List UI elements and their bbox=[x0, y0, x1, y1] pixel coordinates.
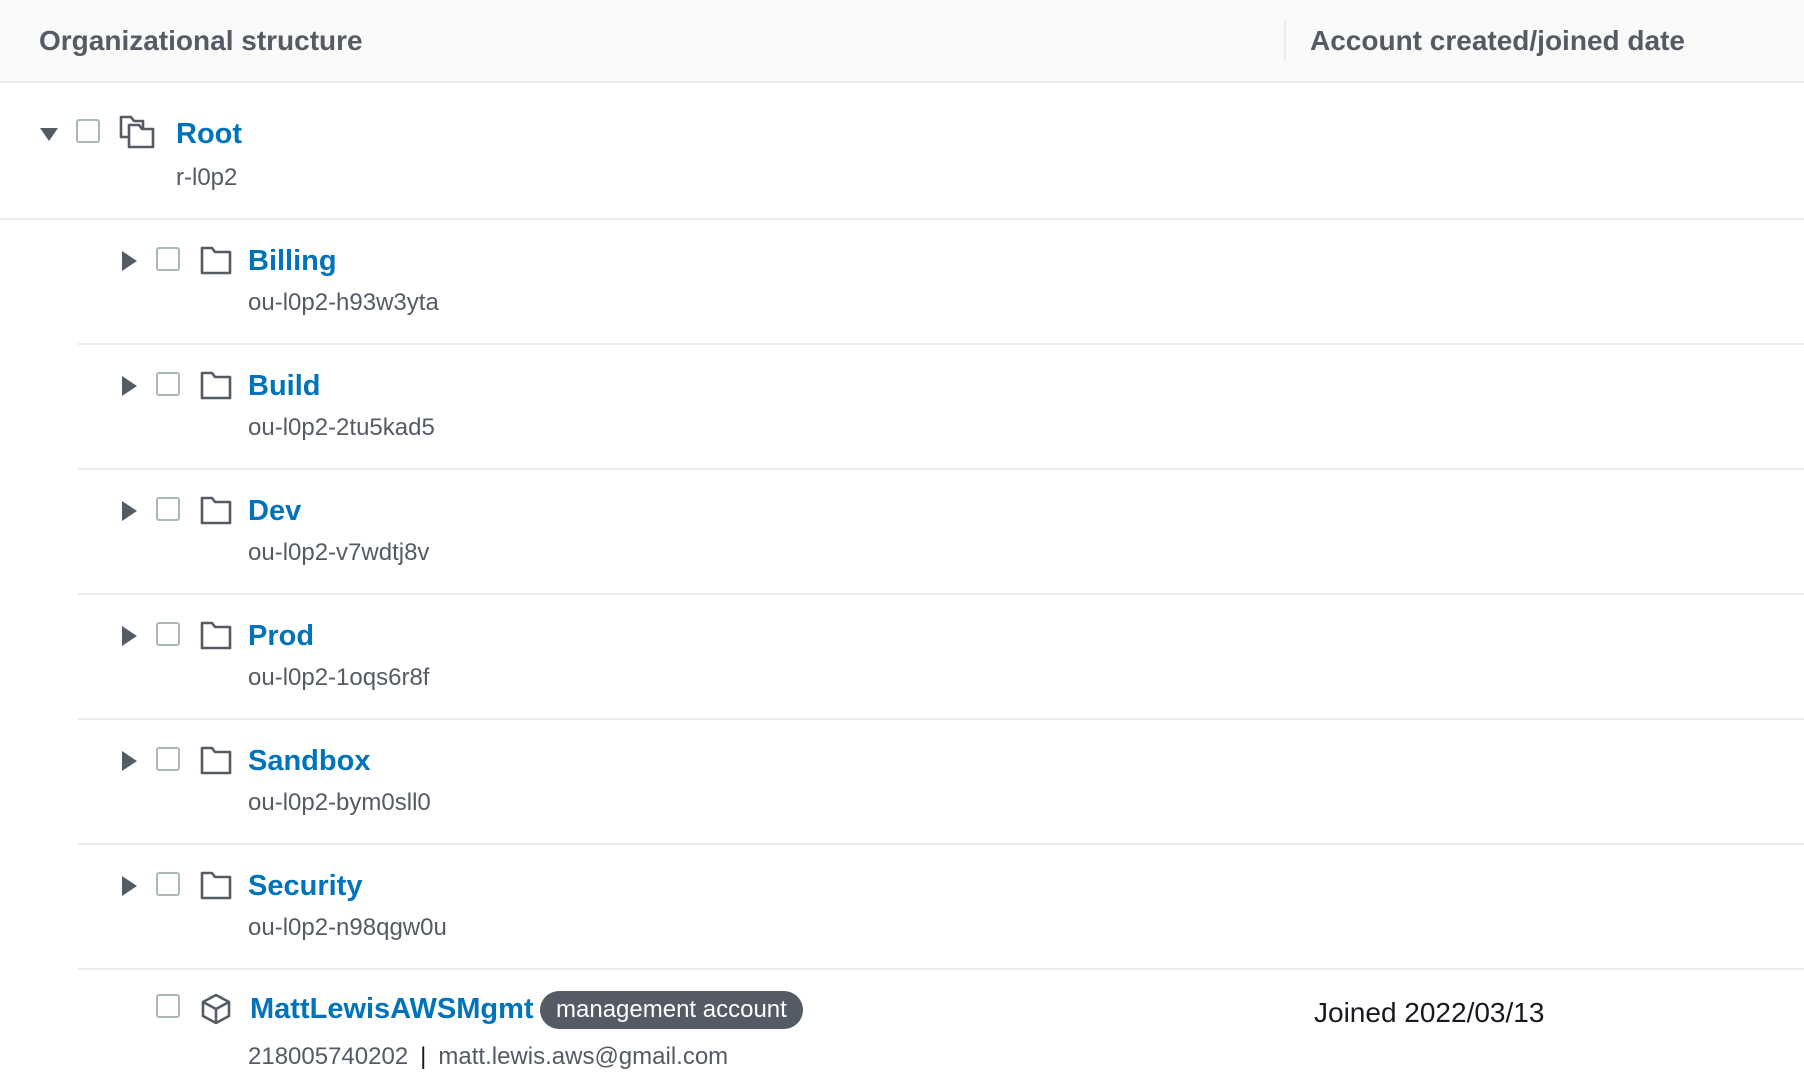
table-row-ou[interactable]: Security ou-l0p2-n98qgw0u bbox=[0, 845, 1804, 969]
account-name-link[interactable]: MattLewisAWSMgmt bbox=[250, 992, 534, 1026]
caret-down-icon[interactable] bbox=[38, 123, 60, 145]
ou-id: ou-l0p2-n98qgw0u bbox=[248, 914, 447, 941]
ou-name-link[interactable]: Billing bbox=[248, 244, 337, 278]
table-row-ou[interactable]: Billing ou-l0p2-h93w3yta bbox=[0, 220, 1804, 344]
caret-right-icon[interactable] bbox=[118, 250, 140, 272]
caret-right-icon[interactable] bbox=[118, 625, 140, 647]
column-header-organizational-structure[interactable]: Organizational structure bbox=[39, 0, 363, 83]
management-account-badge: management account bbox=[540, 991, 803, 1029]
ou-id: ou-l0p2-2tu5kad5 bbox=[248, 414, 435, 441]
folder-icon bbox=[199, 369, 233, 403]
root-id: r-l0p2 bbox=[176, 164, 238, 191]
folder-icon bbox=[199, 869, 233, 903]
root-name-link[interactable]: Root bbox=[176, 117, 242, 151]
account-checkbox[interactable] bbox=[156, 994, 180, 1018]
ou-name-link[interactable]: Prod bbox=[248, 619, 314, 653]
account-cube-icon bbox=[199, 992, 233, 1026]
caret-right-icon[interactable] bbox=[118, 750, 140, 772]
caret-right-icon[interactable] bbox=[118, 500, 140, 522]
folder-icon bbox=[199, 744, 233, 778]
account-details-separator: | bbox=[420, 1043, 427, 1070]
table-row-ou[interactable]: Prod ou-l0p2-1oqs6r8f bbox=[0, 595, 1804, 719]
ou-checkbox[interactable] bbox=[156, 747, 180, 771]
root-checkbox[interactable] bbox=[76, 119, 100, 143]
table-row-ou[interactable]: Dev ou-l0p2-v7wdtj8v bbox=[0, 470, 1804, 594]
caret-right-icon[interactable] bbox=[118, 875, 140, 897]
account-email: matt.lewis.aws@gmail.com bbox=[438, 1043, 729, 1070]
table-row-account[interactable]: MattLewisAWSMgmt management account 2180… bbox=[0, 970, 1804, 1092]
ou-checkbox[interactable] bbox=[156, 622, 180, 646]
ou-name-link[interactable]: Build bbox=[248, 369, 321, 403]
org-structure-table: Organizational structure Account created… bbox=[0, 0, 1804, 1092]
ou-name-link[interactable]: Security bbox=[248, 869, 362, 903]
caret-right-icon[interactable] bbox=[118, 375, 140, 397]
table-row-ou[interactable]: Build ou-l0p2-2tu5kad5 bbox=[0, 345, 1804, 469]
ou-name-link[interactable]: Sandbox bbox=[248, 744, 370, 778]
column-header-joined-date[interactable]: Account created/joined date bbox=[1310, 0, 1685, 83]
ou-checkbox[interactable] bbox=[156, 372, 180, 396]
ou-checkbox[interactable] bbox=[156, 497, 180, 521]
ou-checkbox[interactable] bbox=[156, 247, 180, 271]
account-details: 218005740202 | matt.lewis.aws@gmail.com bbox=[248, 1042, 728, 1072]
table-row-ou[interactable]: Sandbox ou-l0p2-bym0sll0 bbox=[0, 720, 1804, 844]
account-joined-date: Joined 2022/03/13 bbox=[1314, 997, 1545, 1028]
account-id: 218005740202 bbox=[248, 1043, 409, 1070]
ou-id: ou-l0p2-bym0sll0 bbox=[248, 789, 431, 816]
ou-name-link[interactable]: Dev bbox=[248, 494, 301, 528]
folder-icon bbox=[199, 494, 233, 528]
ou-checkbox[interactable] bbox=[156, 872, 180, 896]
table-row-root[interactable]: Root r-l0p2 bbox=[0, 83, 1804, 219]
ou-id: ou-l0p2-1oqs6r8f bbox=[248, 664, 430, 691]
folder-icon bbox=[199, 244, 233, 278]
table-header: Organizational structure Account created… bbox=[0, 0, 1804, 83]
column-divider[interactable] bbox=[1284, 20, 1286, 62]
root-stack-icon bbox=[119, 114, 155, 149]
ou-id: ou-l0p2-h93w3yta bbox=[248, 289, 439, 316]
folder-icon bbox=[199, 619, 233, 653]
ou-id: ou-l0p2-v7wdtj8v bbox=[248, 539, 430, 566]
